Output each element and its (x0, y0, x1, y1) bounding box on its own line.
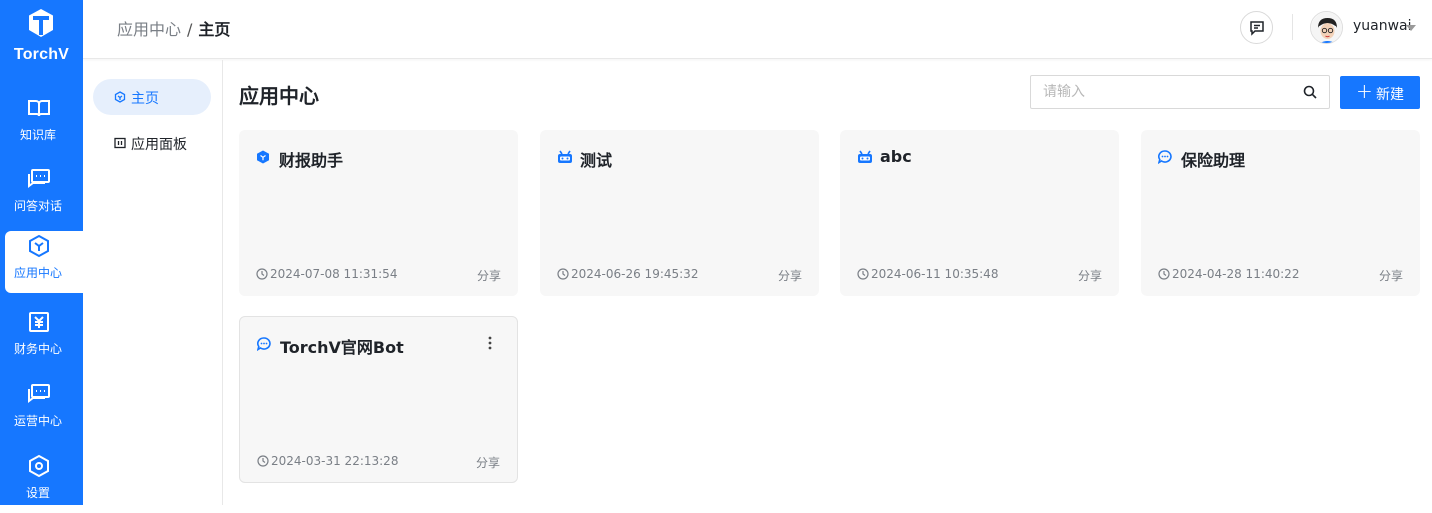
breadcrumb: 应用中心 / 主页 (117, 16, 230, 40)
search-input[interactable] (1031, 76, 1291, 108)
app-card[interactable]: 测试 2024-06-26 19:45:32 分享 (540, 130, 819, 296)
clock-icon (256, 268, 268, 280)
brand-name: TorchV (13, 46, 70, 63)
chat-icon (28, 169, 50, 188)
rail-label: 问答对话 (13, 199, 62, 213)
app-timestamp-text: 2024-06-26 19:45:32 (571, 267, 699, 281)
message-button[interactable] (1240, 11, 1273, 44)
share-link[interactable]: 分享 (778, 267, 802, 284)
app-timestamp: 2024-07-08 11:31:54 (256, 267, 397, 281)
hexagon-icon (29, 234, 49, 258)
app-card[interactable]: abc 2024-06-11 10:35:48 分享 (840, 130, 1119, 296)
side-rail: TorchV 知识库 问答对话 应用中心 财务中心 运营中心 设置 (0, 0, 83, 505)
subnav-item-home[interactable]: 主页 (93, 79, 211, 115)
app-card[interactable]: 保险助理 2024-04-28 11:40:22 分享 (1141, 130, 1420, 296)
page-title: 应用中心 (239, 84, 319, 108)
rail-item-finance[interactable]: 财务中心 (5, 307, 83, 369)
app-timestamp: 2024-06-11 10:35:48 (857, 267, 998, 281)
hexagon-icon (114, 91, 126, 103)
clock-icon (257, 455, 269, 467)
subnav-item-app-panel[interactable]: 应用面板 (93, 125, 211, 161)
app-name: 财报助手 (279, 151, 344, 170)
clock-icon (857, 268, 869, 280)
chat-bubble-icon (1158, 150, 1172, 164)
search-box (1030, 75, 1330, 109)
share-link[interactable]: 分享 (476, 454, 500, 471)
app-card[interactable]: TorchV官网Bot 2024-03-31 22:13:28 分享 (239, 316, 518, 483)
robot-icon (858, 150, 872, 163)
rail-label: 应用中心 (13, 266, 62, 280)
app-timestamp-text: 2024-03-31 22:13:28 (271, 454, 399, 468)
share-link[interactable]: 分享 (1379, 267, 1403, 284)
panel-icon (114, 137, 126, 149)
hexagon-icon (257, 150, 269, 164)
app-name: 保险助理 (1181, 151, 1246, 170)
app-timestamp-text: 2024-04-28 11:40:22 (1172, 267, 1300, 281)
rail-item-settings[interactable]: 设置 (5, 451, 83, 513)
message-icon (1250, 21, 1264, 36)
app-timestamp-text: 2024-07-08 11:31:54 (270, 267, 398, 281)
rail-item-app-center[interactable]: 应用中心 (5, 231, 83, 293)
user-avatar-icon (1311, 12, 1342, 43)
header-divider (1292, 14, 1293, 40)
app-name: 测试 (580, 151, 613, 170)
top-header: 应用中心 / 主页 yuanwai (83, 0, 1432, 59)
secondary-nav: 主页 应用面板 (83, 60, 223, 505)
logo[interactable]: TorchV (0, 0, 83, 72)
robot-icon (558, 150, 572, 163)
breadcrumb-app-center[interactable]: 应用中心 (117, 20, 181, 39)
breadcrumb-separator: / (187, 20, 193, 39)
rail-label: 知识库 (19, 128, 56, 142)
rail-item-operations[interactable]: 运营中心 (5, 379, 83, 441)
chat-icon (28, 384, 50, 403)
share-link[interactable]: 分享 (1078, 267, 1102, 284)
app-timestamp-text: 2024-06-11 10:35:48 (871, 267, 999, 281)
rail-label: 财务中心 (13, 342, 62, 356)
torchv-logo-icon (29, 9, 53, 37)
chat-bubble-icon (257, 337, 271, 351)
clock-icon (1158, 268, 1170, 280)
rail-item-knowledge[interactable]: 知识库 (5, 93, 83, 155)
clock-icon (557, 268, 569, 280)
app-name: abc (880, 147, 912, 166)
rail-item-qa-chat[interactable]: 问答对话 (5, 164, 83, 226)
share-link[interactable]: 分享 (477, 267, 501, 284)
book-icon (28, 100, 50, 117)
subnav-label: 应用面板 (131, 137, 187, 153)
new-button-label: 新建 (1376, 87, 1404, 103)
app-timestamp: 2024-06-26 19:45:32 (557, 267, 698, 281)
plus-icon: + (1356, 79, 1373, 103)
search-icon[interactable] (1303, 85, 1317, 99)
app-name: TorchV官网Bot (280, 338, 404, 357)
settings-icon (29, 454, 49, 478)
app-card[interactable]: 财报助手 2024-07-08 11:31:54 分享 (239, 130, 518, 296)
username[interactable]: yuanwai (1353, 18, 1412, 34)
new-button[interactable]: + 新建 (1340, 76, 1420, 109)
avatar[interactable] (1310, 11, 1343, 44)
rail-label: 运营中心 (13, 414, 62, 428)
chevron-down-icon[interactable] (1406, 25, 1416, 31)
more-options-icon[interactable] (485, 334, 495, 352)
app-timestamp: 2024-03-31 22:13:28 (257, 454, 398, 468)
breadcrumb-current: 主页 (198, 20, 231, 39)
rail-label: 设置 (25, 486, 50, 500)
subnav-label: 主页 (131, 91, 159, 107)
app-timestamp: 2024-04-28 11:40:22 (1158, 267, 1299, 281)
finance-icon (29, 312, 49, 332)
